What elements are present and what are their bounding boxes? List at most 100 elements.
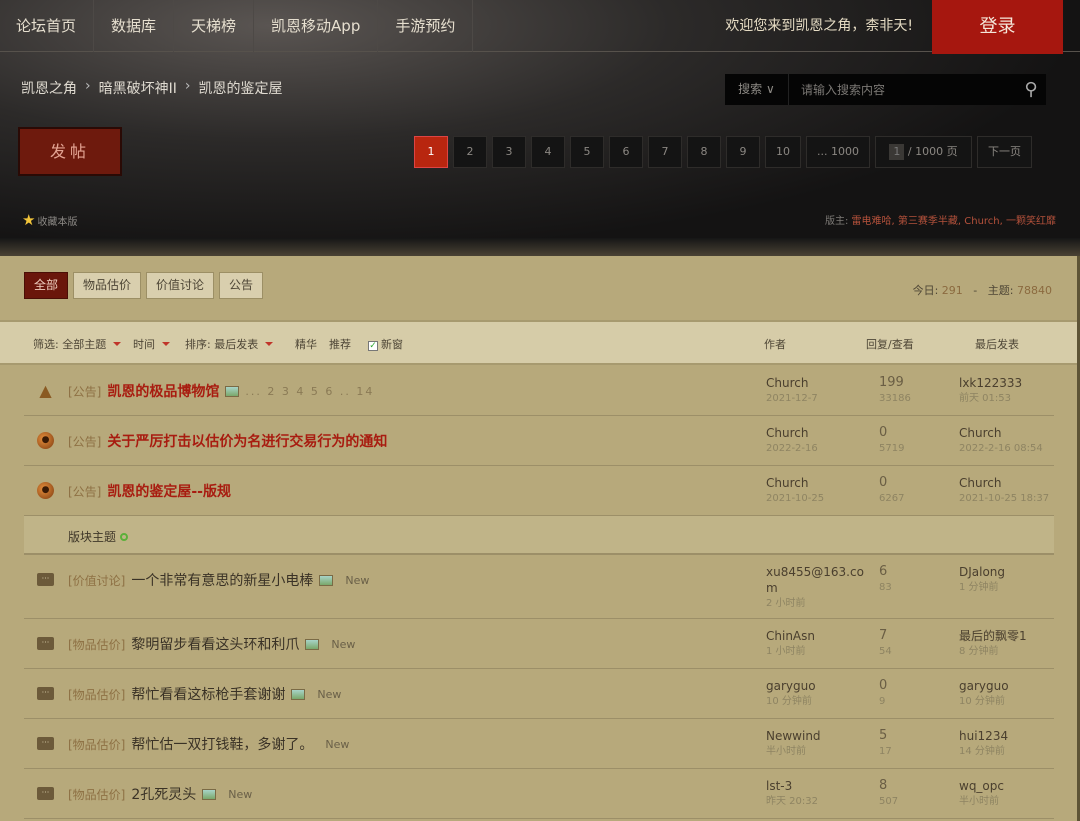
new-window-label: 新窗 (381, 338, 403, 351)
last-post-time[interactable]: 2021-10-25 18:37 (959, 491, 1049, 507)
page-button[interactable]: 8 (687, 136, 721, 168)
search-input[interactable] (789, 82, 1016, 97)
digest-filter[interactable]: 精华 (295, 336, 317, 352)
thread-title-cell: [公告] 凯恩的鉴定屋--版规 (68, 481, 231, 501)
page-button[interactable]: 9 (726, 136, 760, 168)
page-jump-input[interactable]: 1 (889, 144, 905, 160)
new-post-button[interactable]: 发帖 (18, 127, 122, 176)
author-name[interactable]: garyguo (766, 679, 816, 693)
nav-mobile-app[interactable]: 凯恩移动App (254, 0, 379, 52)
last-post-time[interactable]: 1 分钟前 (959, 580, 1005, 596)
breadcrumb-item[interactable]: 凯恩的鉴定屋 (198, 78, 282, 98)
reply-view-cell: 8 507 (879, 778, 898, 810)
thread-category-tag[interactable]: [公告] (68, 433, 101, 450)
last-post-cell: garyguo 10 分钟前 (959, 678, 1009, 710)
thread-category-tag[interactable]: [公告] (68, 383, 101, 400)
thread-title-link[interactable]: 凯恩的鉴定屋--版规 (107, 481, 231, 501)
thread-title-link[interactable]: 帮忙看看这标枪手套谢谢 (131, 684, 285, 704)
tab-all[interactable]: 全部 (24, 272, 69, 299)
view-count: 54 (879, 646, 892, 657)
tab-item-appraisal[interactable]: 物品估价 (73, 272, 142, 299)
page-jump[interactable]: 1 / 1000 页 (874, 136, 972, 168)
author-name[interactable]: Church (766, 426, 808, 440)
breadcrumb-item[interactable]: 暗黑破坏神II (99, 78, 177, 98)
thread-category-tag[interactable]: [物品估价] (68, 636, 125, 653)
page-button[interactable]: 4 (531, 136, 565, 168)
filter-dropdown[interactable]: 筛选: 全部主题 (33, 336, 122, 352)
last-post-time[interactable]: 10 分钟前 (959, 694, 1009, 710)
nav-database[interactable]: 数据库 (94, 0, 175, 52)
last-post-time[interactable]: 半小时前 (959, 794, 1004, 810)
thread-row: ··· [价值讨论] 一个非常有意思的新星小电棒 New xu8455@163.com 2… (24, 555, 1054, 619)
last-post-user[interactable]: DJalong (959, 565, 1005, 579)
page-button[interactable]: ... 1000 (806, 136, 870, 168)
author-name[interactable]: ChinAsn (766, 629, 815, 643)
author-name[interactable]: Newwind (766, 729, 821, 743)
author-name[interactable]: Church (766, 476, 808, 490)
page-button[interactable]: 6 (609, 136, 643, 168)
thread-title-link[interactable]: 关于严厉打击以估价为名进行交易行为的通知 (107, 431, 387, 451)
thread-title-link[interactable]: 帮忙估一双打钱鞋，多谢了。 (131, 734, 313, 754)
thread-category-tag[interactable]: [价值讨论] (68, 572, 125, 589)
view-count: 83 (879, 582, 892, 593)
page-button[interactable]: 2 (453, 136, 487, 168)
breadcrumb-item[interactable]: 凯恩之角 (21, 78, 77, 98)
thread-category-tag[interactable]: [物品估价] (68, 786, 125, 803)
last-post-user[interactable]: wq_opc (959, 779, 1004, 793)
last-post-user[interactable]: 最后的飘零1 (959, 629, 1027, 643)
last-post-user[interactable]: lxk122333 (959, 376, 1022, 390)
page-button[interactable]: 7 (648, 136, 682, 168)
last-post-user[interactable]: Church (959, 476, 1001, 490)
thread-title-link[interactable]: 2孔死灵头 (131, 784, 196, 804)
section-label: 版块主题 (68, 528, 129, 545)
nav-ladder[interactable]: 天梯榜 (174, 0, 255, 52)
reply-count: 8 (879, 778, 888, 793)
thread-title-link[interactable]: 黎明留步看看这头环和利爪 (131, 634, 299, 654)
page-button[interactable]: 5 (570, 136, 604, 168)
favorite-board-button[interactable]: ★ 收藏本版 (22, 211, 77, 229)
login-button[interactable]: 登录 (932, 0, 1063, 54)
nav-home[interactable]: 论坛首页 (0, 0, 95, 52)
last-post-time[interactable]: 前天 01:53 (959, 391, 1022, 407)
search-type-select[interactable]: 搜索 ∨ (725, 74, 789, 105)
view-count: 9 (879, 696, 886, 707)
tab-value-discussion[interactable]: 价值讨论 (146, 272, 215, 299)
welcome-text: 欢迎您来到凯恩之角，柰非天! (725, 18, 913, 34)
author-cell: garyguo 10 分钟前 (766, 678, 866, 710)
last-post-time[interactable]: 14 分钟前 (959, 744, 1008, 760)
sort-dropdown[interactable]: 排序: 最后发表 (185, 336, 274, 352)
thread-category-tag[interactable]: [物品估价] (68, 736, 125, 753)
thread-message-icon: ··· (37, 637, 54, 650)
tab-announcement[interactable]: 公告 (219, 272, 264, 299)
refresh-icon[interactable] (120, 533, 129, 541)
moderator-names[interactable]: 雷电难哈, 第三赛季半藏, Church, 一颗笑红靡 (852, 216, 1056, 227)
author-name[interactable]: xu8455@163.com (766, 565, 864, 595)
chevron-right-icon: › (184, 78, 191, 94)
new-window-checkbox[interactable]: ✓ 新窗 (368, 336, 403, 352)
last-post-time[interactable]: 8 分钟前 (959, 644, 1027, 660)
last-post-user[interactable]: Church (959, 426, 1001, 440)
nav-mobile-game[interactable]: 手游预约 (378, 0, 474, 52)
today-count: 291 (941, 284, 963, 297)
page-button[interactable]: 10 (765, 136, 801, 168)
thread-title-cell: [物品估价] 帮忙看看这标枪手套谢谢 New (68, 684, 341, 704)
next-page-button[interactable]: 下一页 (976, 136, 1032, 168)
thread-title-cell: [公告] 凯恩的极品博物馆 ... 2 3 4 5 6 .. 14 (68, 381, 374, 401)
page-button[interactable]: 3 (492, 136, 526, 168)
last-post-user[interactable]: garyguo (959, 679, 1009, 693)
search-icon[interactable]: ⚲ (1016, 79, 1046, 100)
last-post-user[interactable]: hui1234 (959, 729, 1008, 743)
pinned-thread-row: ● [公告] 凯恩的鉴定屋--版规 Church 2021-10-25 0 6267 Chur… (24, 466, 1054, 516)
thread-category-tag[interactable]: [公告] (68, 483, 101, 500)
thread-category-tag[interactable]: [物品估价] (68, 686, 125, 703)
thread-title-link[interactable]: 凯恩的极品博物馆 (107, 381, 219, 401)
page-button[interactable]: 1 (414, 136, 448, 168)
thread-title-link[interactable]: 一个非常有意思的新星小电棒 (131, 570, 313, 590)
author-name[interactable]: lst-3 (766, 779, 792, 793)
post-date: 2021-10-25 (766, 493, 825, 504)
author-name[interactable]: Church (766, 376, 808, 390)
recommend-filter[interactable]: 推荐 (329, 336, 351, 352)
time-dropdown[interactable]: 时间 (133, 336, 170, 352)
last-post-time[interactable]: 2022-2-16 08:54 (959, 441, 1043, 457)
thread-page-links[interactable]: ... 2 3 4 5 6 .. 14 (245, 385, 374, 398)
